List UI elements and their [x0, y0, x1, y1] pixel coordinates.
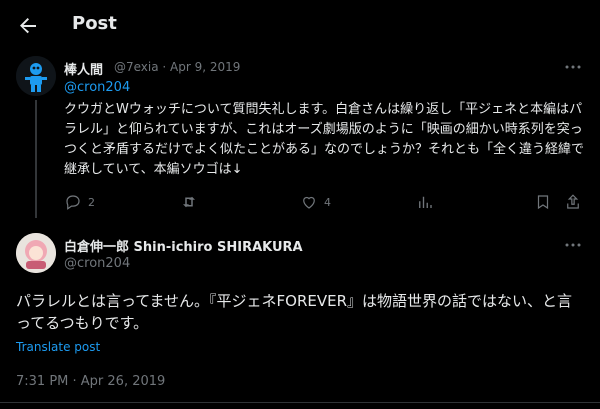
divider — [0, 402, 600, 403]
back-arrow-icon[interactable] — [16, 14, 40, 38]
reply-button[interactable]: 2 — [64, 192, 95, 212]
views-icon — [419, 196, 432, 208]
more-icon[interactable] — [562, 58, 584, 76]
post-timestamp[interactable]: 7:31 PM · Apr 26, 2019 — [16, 374, 165, 389]
avatar[interactable] — [16, 233, 56, 273]
more-icon[interactable] — [562, 236, 584, 254]
like-button[interactable]: 4 — [300, 192, 331, 212]
post-text: パラレルとは言ってません。『平ジェネFOREVER』は物語世界の話ではない、と言… — [16, 292, 573, 332]
author-handle-date[interactable]: @7exia · Apr 9, 2019 — [114, 60, 240, 74]
bookmark-icon — [537, 195, 549, 210]
reply-icon — [66, 195, 80, 210]
post-text: クウガとWウォッチについて質問失礼します。白倉さんは繰り返し「平ジェネと本編はパ… — [64, 102, 585, 177]
bookmark-button[interactable] — [534, 192, 552, 212]
repost-icon — [183, 196, 195, 208]
translate-link[interactable]: Translate post — [16, 340, 100, 354]
reply-count: 2 — [88, 195, 95, 209]
like-icon — [303, 196, 315, 209]
author-handle[interactable]: @cron204 — [64, 256, 130, 271]
author-name[interactable]: 白倉伸一郎 Shin-ichiro SHIRAKURA — [64, 236, 303, 255]
share-button[interactable] — [564, 192, 582, 212]
avatar[interactable] — [16, 56, 56, 96]
like-count: 4 — [324, 195, 331, 209]
views-button[interactable] — [416, 192, 434, 212]
repost-button[interactable] — [180, 192, 204, 212]
thread-line — [35, 100, 37, 218]
page-title: Post — [72, 13, 117, 34]
share-icon — [567, 194, 579, 209]
mention-link[interactable]: @cron204 — [64, 80, 130, 95]
author-name[interactable]: 棒人間 — [64, 59, 103, 78]
